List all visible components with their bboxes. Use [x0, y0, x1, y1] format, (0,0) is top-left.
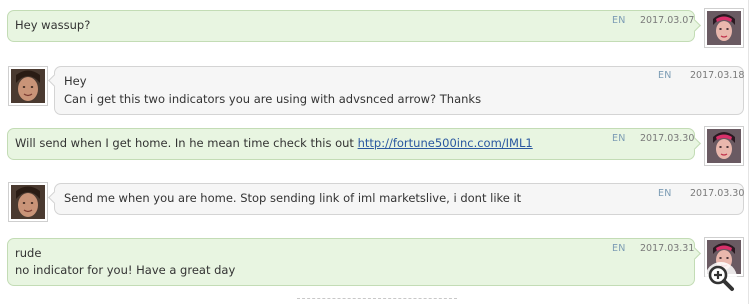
- load-more-divider: [297, 298, 457, 299]
- avatar-image: [11, 185, 45, 219]
- message-text: no indicator for you! Have a great day: [15, 263, 236, 277]
- message-link[interactable]: http://fortune500inc.com/IML1: [358, 136, 533, 150]
- language-tag: EN: [612, 243, 626, 254]
- avatar-image: [11, 69, 45, 103]
- zoom-in-icon[interactable]: [705, 262, 737, 294]
- avatar-image: [707, 11, 741, 45]
- message-date: 2017.03.07: [640, 15, 695, 26]
- language-tag: EN: [612, 15, 626, 26]
- message-date: 2017.03.30: [640, 133, 695, 144]
- message-text: Hey wassup?: [15, 18, 91, 32]
- magnifier-icon: [708, 265, 734, 291]
- woman-avatar[interactable]: [704, 126, 744, 166]
- message-text: Hey: [64, 74, 87, 88]
- message-text: Send me when you are home. Stop sending …: [64, 191, 522, 205]
- language-tag: EN: [658, 70, 672, 81]
- message-date: 2017.03.18: [690, 70, 745, 81]
- message-text-part: Will send when I get home. In he mean ti…: [15, 136, 358, 150]
- man-avatar[interactable]: [8, 182, 48, 222]
- message-bubble: [7, 10, 695, 42]
- avatar-image: [707, 129, 741, 163]
- message-text: Can i get this two indicators you are us…: [64, 92, 482, 106]
- man-avatar[interactable]: [8, 66, 48, 106]
- language-tag: EN: [612, 133, 626, 144]
- message-date: 2017.03.30: [690, 188, 745, 199]
- woman-avatar[interactable]: [704, 8, 744, 48]
- scroll-track: [748, 0, 749, 304]
- message-date: 2017.03.31: [640, 243, 695, 254]
- language-tag: EN: [658, 188, 672, 199]
- message-text: Will send when I get home. In he mean ti…: [15, 134, 533, 153]
